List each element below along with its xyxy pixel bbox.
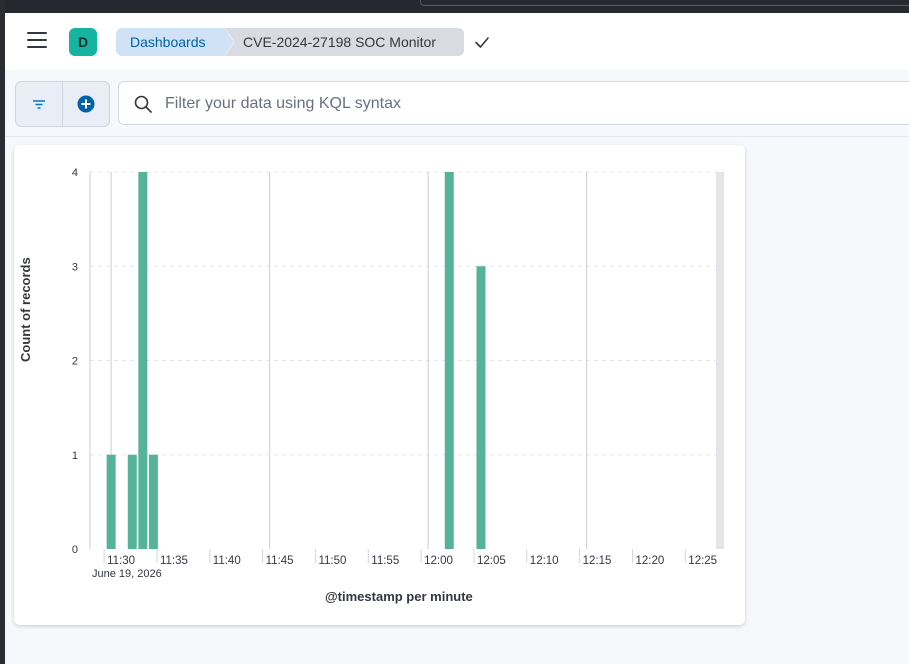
- y-tick-label: 2: [72, 356, 78, 368]
- bar: [106, 454, 116, 549]
- x-tick-label: 11:35: [160, 555, 188, 567]
- x-axis-label: @timestamp per minute: [325, 589, 473, 604]
- x-tick-label: 11:30: [107, 555, 135, 567]
- bar-chart: 0 1 2 3 4 11:30 11:35 11:40 11:45 11:50 11:55 12:00…: [72, 167, 724, 580]
- plot-right-band: [716, 172, 724, 549]
- y-axis-label: Count of records: [18, 257, 33, 362]
- y-tick-label: 3: [72, 261, 78, 273]
- x-tick-label: 12:25: [688, 555, 717, 567]
- x-tick-label: 12:10: [530, 555, 559, 567]
- bar: [476, 266, 486, 549]
- bar: [148, 454, 158, 549]
- x-tick-label: 12:20: [635, 555, 664, 567]
- bar: [138, 172, 148, 549]
- x-tick-label: 12:05: [477, 555, 506, 567]
- x-tick-label: 11:40: [213, 555, 241, 567]
- bar: [444, 172, 454, 549]
- x-tick-label: 12:15: [583, 555, 612, 567]
- x-tick-label: 11:45: [266, 555, 294, 567]
- y-tick-label: 4: [72, 167, 78, 179]
- x-tick-label: 11:55: [371, 555, 399, 567]
- y-tick-label: 0: [72, 544, 78, 556]
- bar: [127, 454, 137, 549]
- x-date-label: June 19, 2026: [92, 568, 162, 580]
- x-tick-label: 12:00: [424, 555, 453, 567]
- y-tick-label: 1: [72, 450, 78, 462]
- x-tick-label: 11:50: [318, 555, 346, 567]
